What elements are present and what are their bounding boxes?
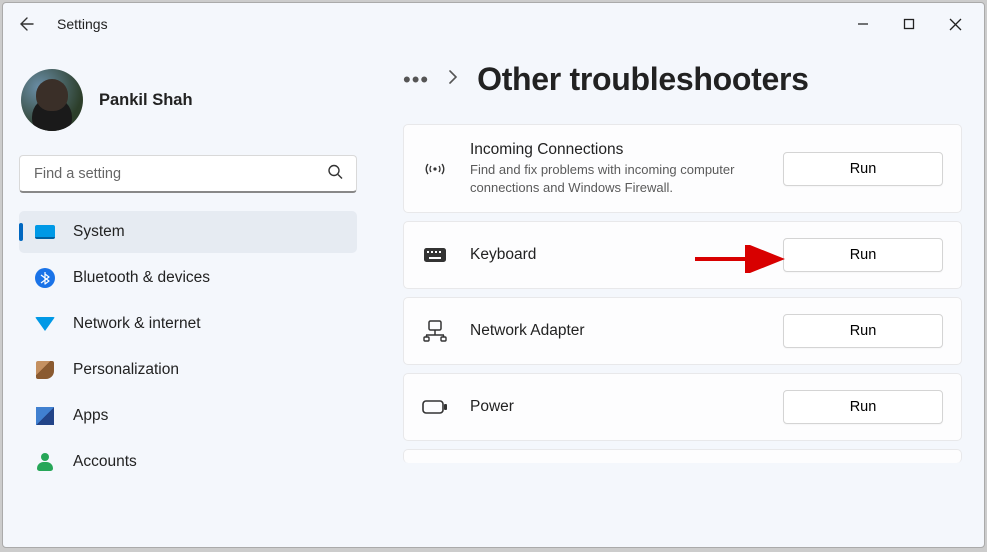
brush-icon (35, 360, 55, 380)
network-adapter-icon (422, 320, 448, 342)
monitor-icon (35, 222, 55, 242)
nav-list: System Bluetooth & devices Network & int… (15, 207, 361, 547)
sidebar-item-label: Bluetooth & devices (73, 269, 210, 287)
troubleshooter-network-adapter[interactable]: Network Adapter Run (403, 297, 962, 365)
bluetooth-icon (35, 268, 55, 288)
troubleshooter-title: Network Adapter (470, 322, 761, 340)
run-button[interactable]: Run (783, 390, 943, 424)
sidebar-item-label: Accounts (73, 453, 137, 471)
troubleshooter-title: Power (470, 398, 761, 416)
troubleshooter-keyboard[interactable]: Keyboard Run (403, 221, 962, 289)
search-icon (327, 164, 343, 185)
minimize-button[interactable] (840, 7, 886, 41)
troubleshooter-partial (403, 449, 962, 463)
broadcast-icon (422, 158, 448, 180)
troubleshooter-incoming-connections[interactable]: Incoming Connections Find and fix proble… (403, 124, 962, 213)
sidebar-item-system[interactable]: System (19, 211, 357, 253)
troubleshooter-power[interactable]: Power Run (403, 373, 962, 441)
window-controls (840, 7, 978, 41)
settings-window: Settings Pankil Shah System (2, 2, 985, 548)
maximize-icon (903, 18, 915, 30)
sidebar-item-apps[interactable]: Apps (19, 395, 357, 437)
avatar (21, 69, 83, 131)
more-button[interactable]: ••• (403, 67, 429, 93)
sidebar: Pankil Shah System Bluetooth & devices (3, 45, 373, 547)
troubleshooter-title: Incoming Connections (470, 141, 761, 159)
run-button[interactable]: Run (783, 152, 943, 186)
wifi-icon (35, 314, 55, 334)
power-icon (422, 399, 448, 415)
search-input[interactable] (19, 155, 357, 193)
troubleshooter-desc: Find and fix problems with incoming comp… (470, 161, 761, 196)
apps-icon (35, 406, 55, 426)
titlebar: Settings (3, 3, 984, 45)
back-arrow-icon (18, 16, 34, 32)
run-button[interactable]: Run (783, 238, 943, 272)
page-header: ••• Other troubleshooters (403, 61, 962, 98)
sidebar-item-personalization[interactable]: Personalization (19, 349, 357, 391)
page-title: Other troubleshooters (477, 61, 809, 98)
troubleshooter-title: Keyboard (470, 246, 761, 264)
keyboard-icon (422, 246, 448, 264)
sidebar-item-bluetooth[interactable]: Bluetooth & devices (19, 257, 357, 299)
window-title: Settings (57, 16, 108, 32)
sidebar-item-label: Personalization (73, 361, 179, 379)
account-icon (35, 452, 55, 472)
chevron-right-icon (447, 70, 459, 89)
minimize-icon (857, 18, 869, 30)
sidebar-item-accounts[interactable]: Accounts (19, 441, 357, 483)
sidebar-item-network[interactable]: Network & internet (19, 303, 357, 345)
sidebar-item-label: Apps (73, 407, 108, 425)
close-button[interactable] (932, 7, 978, 41)
sidebar-item-label: Network & internet (73, 315, 201, 333)
close-icon (949, 18, 962, 31)
back-button[interactable] (9, 7, 43, 41)
main-content: ••• Other troubleshooters Incoming Conne… (373, 45, 984, 547)
user-name: Pankil Shah (99, 91, 193, 110)
maximize-button[interactable] (886, 7, 932, 41)
sidebar-item-label: System (73, 223, 125, 241)
run-button[interactable]: Run (783, 314, 943, 348)
search-box (19, 155, 357, 193)
profile[interactable]: Pankil Shah (15, 61, 361, 149)
